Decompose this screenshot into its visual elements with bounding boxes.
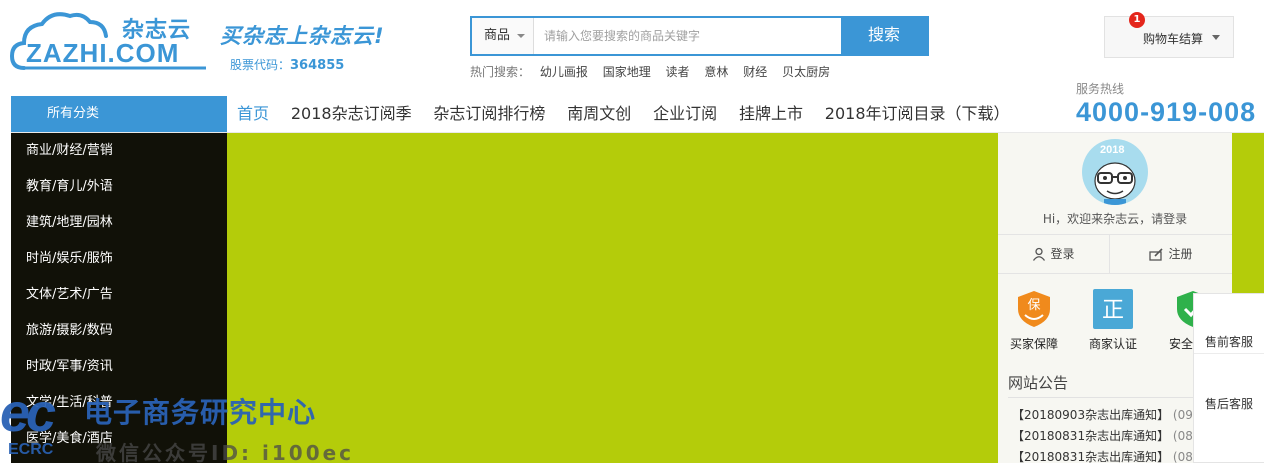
search-input[interactable]	[534, 18, 842, 54]
hotline-number: 4000-919-008	[1076, 97, 1257, 127]
nav-item[interactable]: 企业订阅	[653, 96, 717, 132]
stock-code: 股票代码：364855	[230, 56, 344, 73]
hot-keyword[interactable]: 财经	[743, 65, 767, 79]
chevron-down-icon	[517, 34, 525, 38]
hot-search-label: 热门搜索：	[470, 65, 531, 79]
notice-item[interactable]: 【20180831杂志出库通知】 (08-31)	[1012, 426, 1217, 447]
aftersale-service-button[interactable]: 售后客服	[1194, 354, 1264, 414]
watermark-ecrc: ECRC	[8, 441, 54, 458]
cart-count-badge: 1	[1129, 12, 1145, 28]
search-category-select[interactable]: 商品	[472, 18, 534, 54]
notice-list: 【20180903杂志出库通知】 (09-03) 【20180831杂志出库通知…	[1012, 405, 1217, 463]
stock-number: 364855	[290, 58, 345, 73]
category-item[interactable]: 时尚/娱乐/服饰	[11, 241, 227, 277]
watermark-wechat: 微信公众号ID: i100ec	[96, 441, 355, 463]
nav-item[interactable]: 2018年订阅目录（下载）	[825, 96, 1010, 132]
service-hotline: 服务热线 4000-919-008	[1076, 80, 1256, 127]
hot-search: 热门搜索： 幼儿画报 国家地理 读者 意林 财经 贝太厨房	[470, 63, 841, 80]
login-button[interactable]: 登录	[998, 235, 1110, 273]
notice-item-title: 【20180831杂志出库通知】	[1012, 429, 1170, 443]
watermark: ec ECRC 电子商务研究中心 微信公众号ID: i100ec	[0, 383, 380, 463]
cart-label: 购物车结算	[1143, 32, 1204, 46]
hot-keyword[interactable]: 贝太厨房	[782, 65, 830, 79]
service-label: 买家保障	[1009, 337, 1058, 351]
presale-service-button[interactable]: 售前客服	[1194, 294, 1264, 354]
category-item[interactable]: 时政/军事/资讯	[11, 349, 227, 385]
site-logo[interactable]: 杂志云 ZAZHI.COM	[10, 10, 210, 74]
notice-title: 网站公告	[1008, 374, 1069, 392]
nav-item[interactable]: 南周文创	[567, 96, 631, 132]
avatar: 2018	[1082, 139, 1148, 205]
nav-item-home[interactable]: 首页	[237, 96, 269, 132]
watermark-ec: ec	[0, 383, 56, 443]
category-item[interactable]: 商业/财经/营销	[11, 133, 227, 169]
service-buyer-protection[interactable]: 保 买家保障	[999, 289, 1069, 352]
avatar-year: 2018	[1100, 144, 1125, 156]
svg-text:保: 保	[1027, 298, 1040, 313]
service-label: 商家认证	[1088, 337, 1137, 351]
category-item[interactable]: 教育/育儿/外语	[11, 169, 227, 205]
service-merchant-cert[interactable]: 正 商家认证	[1078, 289, 1148, 352]
nav-item[interactable]: 挂牌上市	[739, 96, 803, 132]
customer-service-float: 售前客服 售后客服	[1193, 293, 1264, 463]
category-item[interactable]: 旅游/摄影/数码	[11, 313, 227, 349]
hot-keyword[interactable]: 意林	[704, 65, 728, 79]
logo-en-text: ZAZHI.COM	[26, 38, 180, 68]
welcome-text: Hi，欢迎来杂志云，请登录	[1042, 212, 1188, 226]
nav-item[interactable]: 2018杂志订阅季	[291, 96, 412, 132]
edit-icon	[1149, 247, 1164, 261]
chevron-down-icon	[1212, 35, 1220, 40]
watermark-name: 电子商务研究中心	[84, 396, 317, 429]
register-button[interactable]: 注册	[1110, 235, 1232, 273]
hot-keyword[interactable]: 读者	[666, 65, 690, 79]
nav-item[interactable]: 杂志订阅排行榜	[433, 96, 545, 132]
search-button[interactable]: 搜索	[841, 18, 927, 54]
register-label: 注册	[1168, 247, 1193, 261]
search-category-label: 商品	[484, 28, 511, 43]
all-categories-button[interactable]: 所有分类	[11, 96, 227, 132]
slogan-text: 买杂志上杂志云!	[220, 24, 385, 48]
slogan: 买杂志上杂志云! 股票代码：364855	[220, 20, 420, 76]
category-item[interactable]: 建筑/地理/园林	[11, 205, 227, 241]
certificate-icon: 正	[1093, 289, 1133, 329]
notice-item[interactable]: 【20180831杂志出库通知】 (08-31)	[1012, 447, 1217, 463]
hot-keyword[interactable]: 国家地理	[603, 65, 651, 79]
shield-icon: 保	[1014, 289, 1054, 329]
category-item[interactable]: 文体/艺术/广告	[11, 277, 227, 313]
main-nav: 首页 2018杂志订阅季 杂志订阅排行榜 南周文创 企业订阅 挂牌上市 2018…	[237, 96, 1028, 132]
notice-item-title: 【20180831杂志出库通知】	[1012, 450, 1170, 463]
login-label: 登录	[1050, 247, 1075, 261]
user-icon	[1033, 247, 1046, 261]
auth-bar: 登录 注册	[998, 234, 1232, 274]
search-bar: 商品 搜索	[470, 16, 929, 56]
hotline-label: 服务热线	[1076, 82, 1125, 96]
stock-label: 股票代码：	[230, 58, 291, 72]
cart-button[interactable]: 1 购物车结算	[1104, 12, 1234, 58]
hot-keyword[interactable]: 幼儿画报	[540, 65, 588, 79]
svg-text:正: 正	[1102, 298, 1124, 323]
notice-item[interactable]: 【20180903杂志出库通知】 (09-03)	[1012, 405, 1217, 426]
notice-item-title: 【20180903杂志出库通知】	[1012, 408, 1170, 422]
